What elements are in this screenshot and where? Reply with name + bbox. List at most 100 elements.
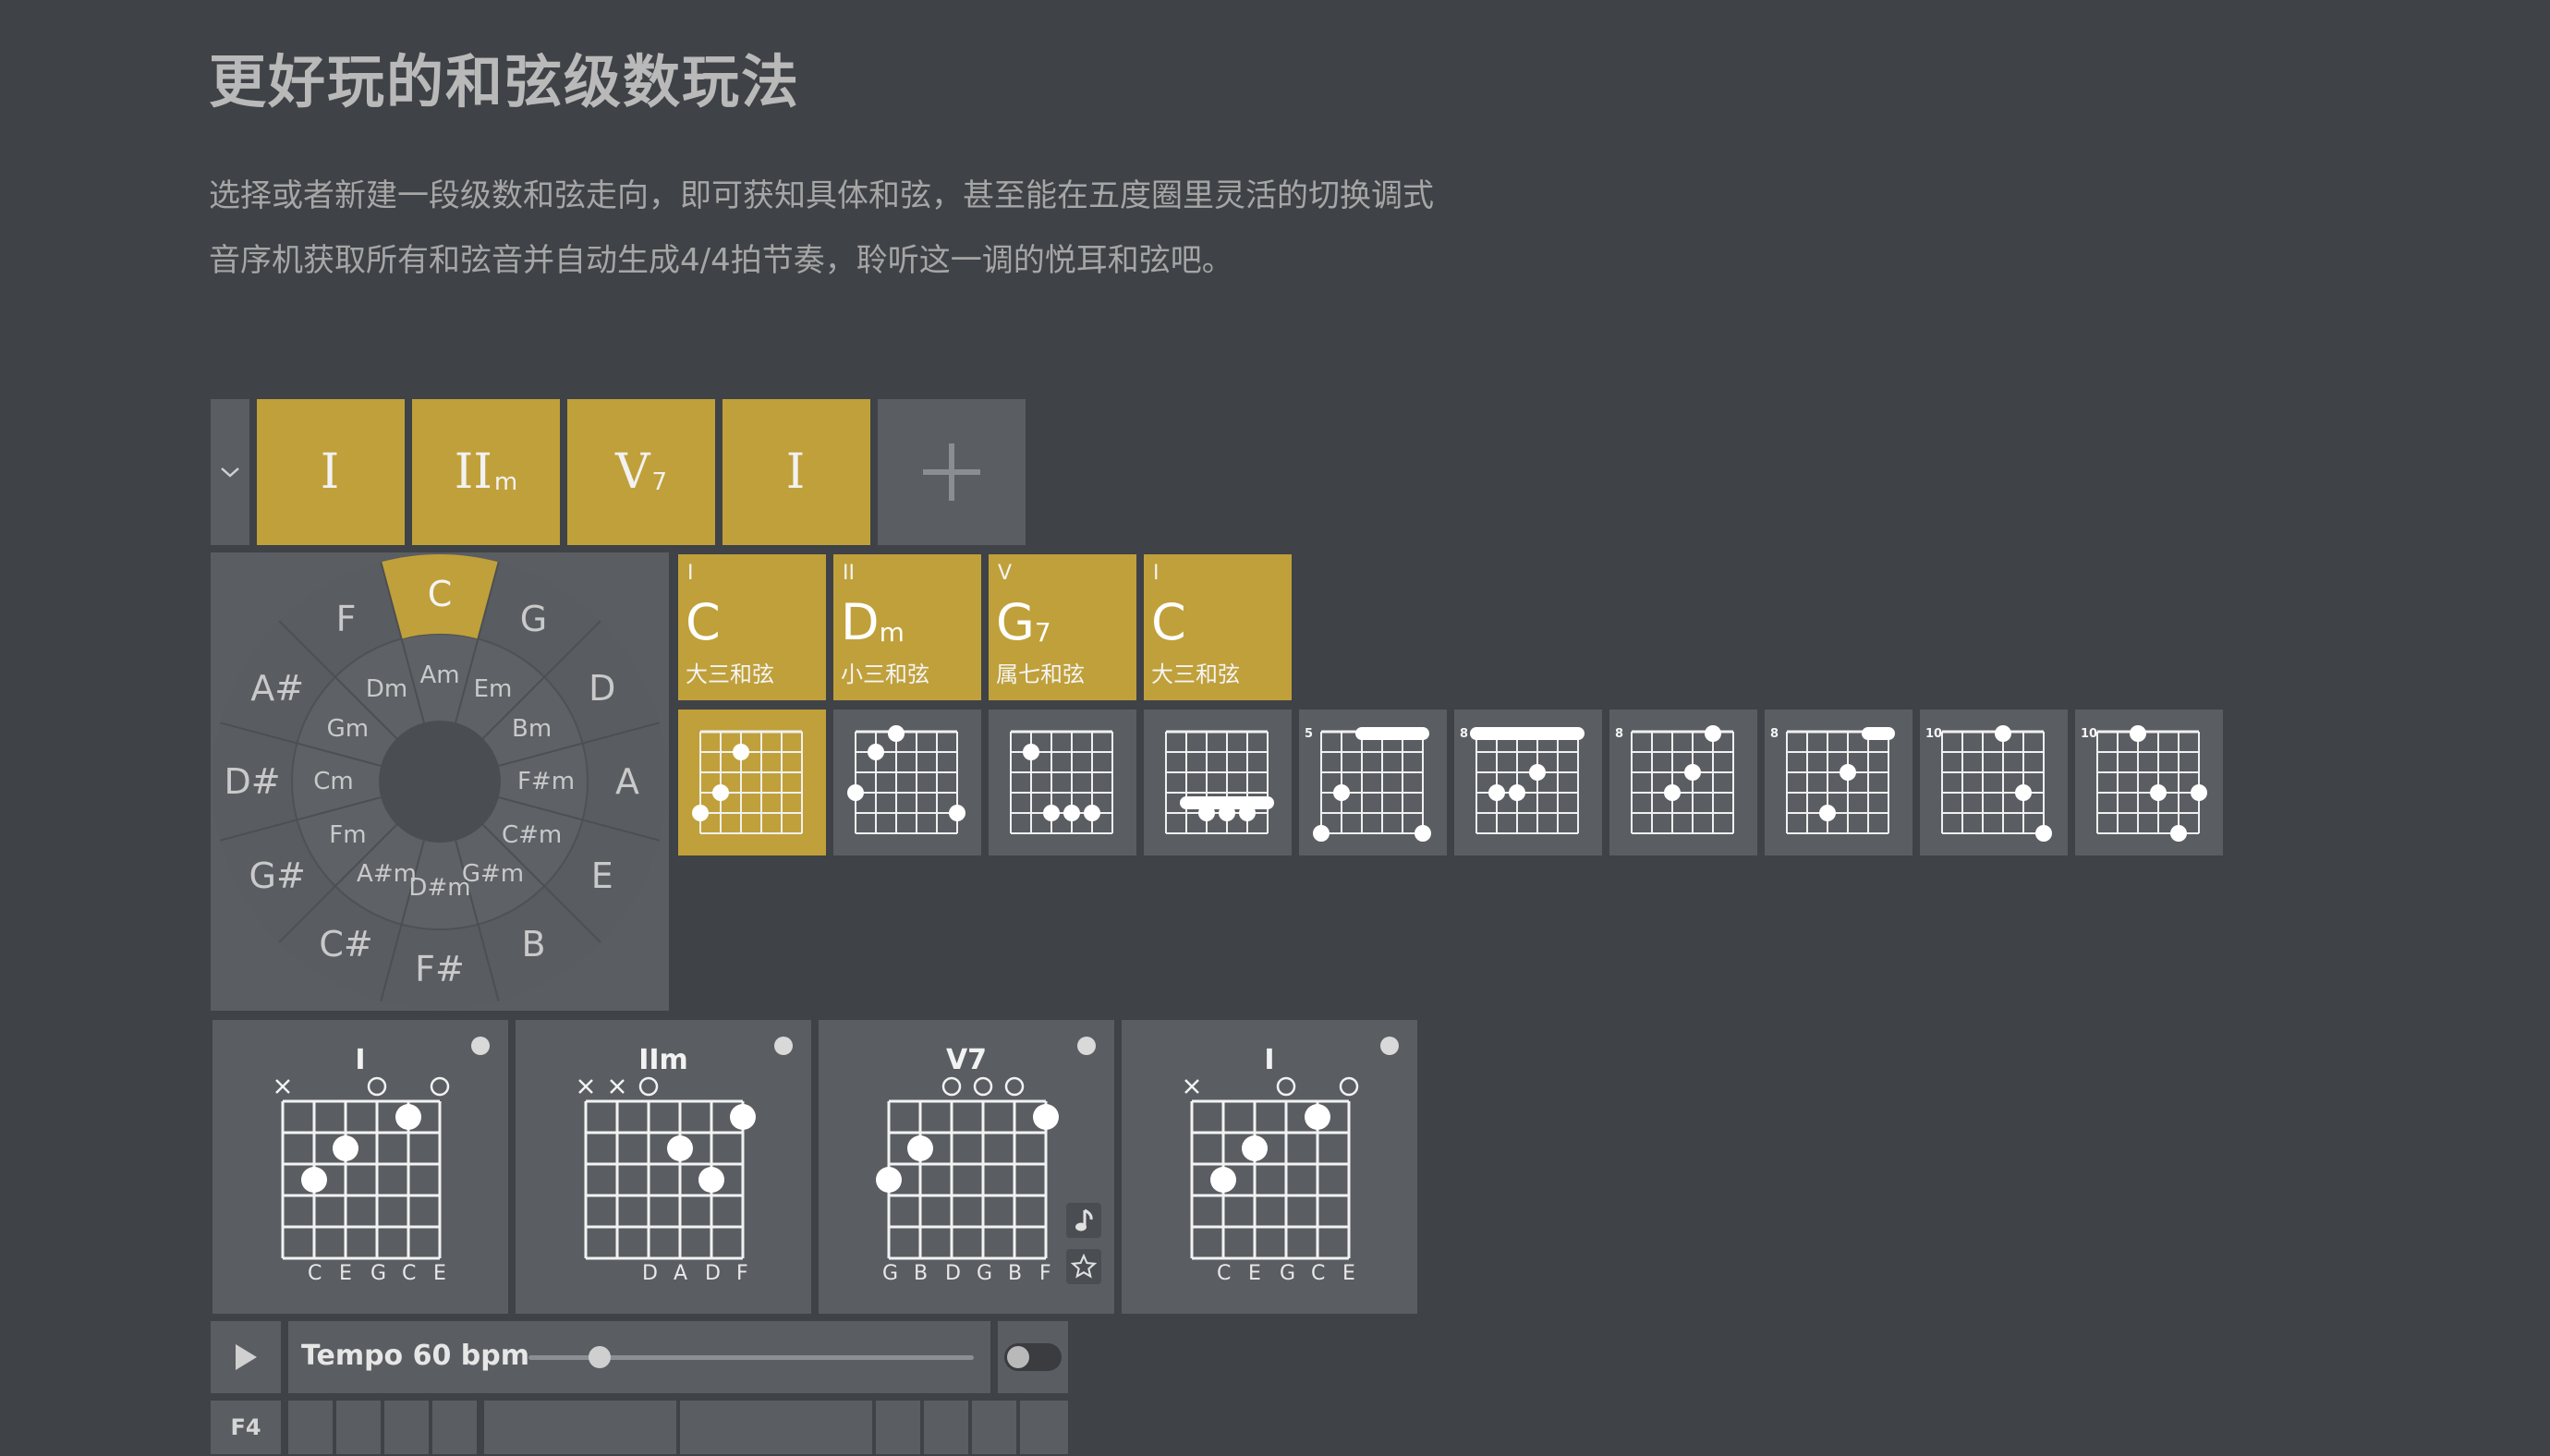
- circle-key-a-sharp[interactable]: A#: [250, 668, 304, 709]
- open-string-marker: [1339, 1076, 1359, 1097]
- sequencer-cell[interactable]: [432, 1401, 477, 1454]
- finger-dot: [1210, 1167, 1236, 1193]
- circle-minor-key-c-sharpm[interactable]: C#m: [502, 821, 562, 849]
- circle-minor-key-em[interactable]: Em: [474, 675, 513, 703]
- circle-key-e[interactable]: E: [591, 855, 613, 896]
- string-note: C: [308, 1262, 322, 1285]
- chord-chart-card-1[interactable]: ICEGCE: [212, 1020, 508, 1314]
- circle-key-f-sharp[interactable]: F#: [415, 949, 465, 989]
- voicing-tile-10[interactable]: 10: [2075, 710, 2223, 855]
- voicing-tile-2[interactable]: [833, 710, 981, 855]
- string-note: G: [882, 1262, 899, 1285]
- finger-dot: [1509, 784, 1525, 801]
- open-string-marker: [638, 1076, 659, 1097]
- music-note-icon: [1075, 1208, 1093, 1232]
- finger-dot: [333, 1135, 358, 1161]
- sequencer-cell[interactable]: [1020, 1401, 1068, 1454]
- circle-key-d[interactable]: D: [589, 668, 615, 709]
- finger-dot: [888, 725, 905, 742]
- chord-chart-diagram: [275, 1076, 450, 1260]
- chord-diagram: 5: [1305, 727, 1431, 842]
- chord-card-4[interactable]: I C 大三和弦: [1144, 554, 1292, 700]
- circle-minor-key-bm[interactable]: Bm: [512, 715, 552, 743]
- chord-chart-card-3[interactable]: V7 G B D G B F: [819, 1020, 1114, 1314]
- circle-minor-key-f-sharpm[interactable]: F#m: [517, 768, 575, 795]
- sequencer-cell[interactable]: [876, 1401, 920, 1454]
- circle-key-g[interactable]: G: [520, 599, 547, 639]
- finger-dot: [1819, 805, 1836, 821]
- progression-dropdown-button[interactable]: [211, 399, 249, 545]
- tempo-slider-thumb[interactable]: [589, 1346, 612, 1368]
- chord-chart-card-2[interactable]: IIm D A D F: [516, 1020, 811, 1314]
- string-note: F: [736, 1262, 748, 1285]
- voicing-tile-8[interactable]: 8: [1765, 710, 1912, 855]
- open-string-marker: [1276, 1076, 1296, 1097]
- circle-minor-key-dm[interactable]: Dm: [366, 675, 407, 703]
- open-string-marker: [941, 1076, 962, 1097]
- circle-minor-key-am[interactable]: Am: [419, 661, 459, 689]
- finger-dot: [1033, 1104, 1059, 1130]
- circle-minor-key-g-sharpm[interactable]: G#m: [462, 860, 524, 888]
- finger-dot: [1995, 725, 2011, 742]
- voicing-tile-9[interactable]: 10: [1920, 710, 2068, 855]
- sequencer-cell[interactable]: [384, 1401, 429, 1454]
- string-note: C: [402, 1262, 417, 1285]
- string-note: E: [1342, 1262, 1355, 1285]
- finger-dot: [1023, 744, 1039, 760]
- finger-dot: [1305, 1104, 1330, 1130]
- voicing-tile-6[interactable]: 8: [1454, 710, 1602, 855]
- circle-of-fifths-panel: C G D A E B F# C# G# D# A# F Am Em Bm F#m C#m G#m D#m A#m Fm…: [211, 552, 669, 1011]
- string-note: B: [1008, 1262, 1023, 1285]
- chord-diagram: [1165, 730, 1274, 834]
- circle-minor-key-a-sharpm[interactable]: A#m: [357, 860, 417, 888]
- sequencer-cell[interactable]: [288, 1401, 333, 1454]
- circle-minor-key-d-sharpm[interactable]: D#m: [408, 874, 470, 902]
- progression-step-2[interactable]: IIm: [412, 399, 560, 545]
- circle-key-c[interactable]: C: [428, 574, 453, 614]
- circle-key-d-sharp[interactable]: D#: [224, 761, 280, 802]
- chord-card-1[interactable]: I C 大三和弦: [678, 554, 826, 700]
- progression-step-4[interactable]: I: [722, 399, 870, 545]
- sequencer-cell[interactable]: [924, 1401, 968, 1454]
- chord-card-3[interactable]: V G7 属七和弦: [989, 554, 1136, 700]
- string-note: D: [705, 1262, 721, 1285]
- circle-key-f[interactable]: F: [336, 599, 357, 639]
- voicing-tile-4[interactable]: [1144, 710, 1292, 855]
- progression-step-1[interactable]: I: [257, 399, 405, 545]
- toggle-container: [998, 1321, 1068, 1393]
- sequencer-cell[interactable]: [680, 1401, 872, 1454]
- chord-card-type: 大三和弦: [686, 661, 774, 687]
- circle-minor-key-gm[interactable]: Gm: [327, 715, 369, 743]
- loop-toggle[interactable]: [1004, 1343, 1062, 1371]
- finger-dot: [730, 1104, 756, 1130]
- sequencer-cell[interactable]: [972, 1401, 1016, 1454]
- chord-card-2[interactable]: II Dm 小三和弦: [833, 554, 981, 700]
- sequencer-row-label: F4: [211, 1401, 281, 1454]
- finger-dot: [301, 1167, 327, 1193]
- favorite-button[interactable]: [1066, 1249, 1101, 1284]
- voicing-tile-7[interactable]: 8: [1609, 710, 1757, 855]
- circle-minor-key-cm[interactable]: Cm: [313, 768, 353, 795]
- open-string-marker: [367, 1076, 387, 1097]
- play-icon: [236, 1344, 257, 1370]
- sequencer-cell[interactable]: [484, 1401, 676, 1454]
- progression-step-3[interactable]: V7: [567, 399, 715, 545]
- add-step-button[interactable]: [878, 399, 1026, 545]
- fret-number: 8: [1460, 727, 1468, 741]
- play-note-button[interactable]: [1066, 1203, 1101, 1238]
- voicing-tile-3[interactable]: [989, 710, 1136, 855]
- voicing-tile-1[interactable]: [678, 710, 826, 855]
- string-note: G: [977, 1262, 993, 1285]
- circle-minor-key-fm[interactable]: Fm: [329, 821, 366, 849]
- circle-key-b[interactable]: B: [521, 924, 545, 965]
- string-note: D: [642, 1262, 658, 1285]
- circle-key-g-sharp[interactable]: G#: [249, 855, 306, 896]
- row-label-text: F4: [230, 1414, 261, 1440]
- play-button[interactable]: [211, 1321, 281, 1393]
- chord-chart-card-4[interactable]: ICEGCE: [1122, 1020, 1417, 1314]
- finger-dot: [1313, 825, 1330, 842]
- sequencer-cell[interactable]: [336, 1401, 381, 1454]
- voicing-tile-5[interactable]: 5: [1299, 710, 1447, 855]
- circle-key-a[interactable]: A: [615, 761, 639, 802]
- circle-key-c-sharp[interactable]: C#: [319, 924, 372, 965]
